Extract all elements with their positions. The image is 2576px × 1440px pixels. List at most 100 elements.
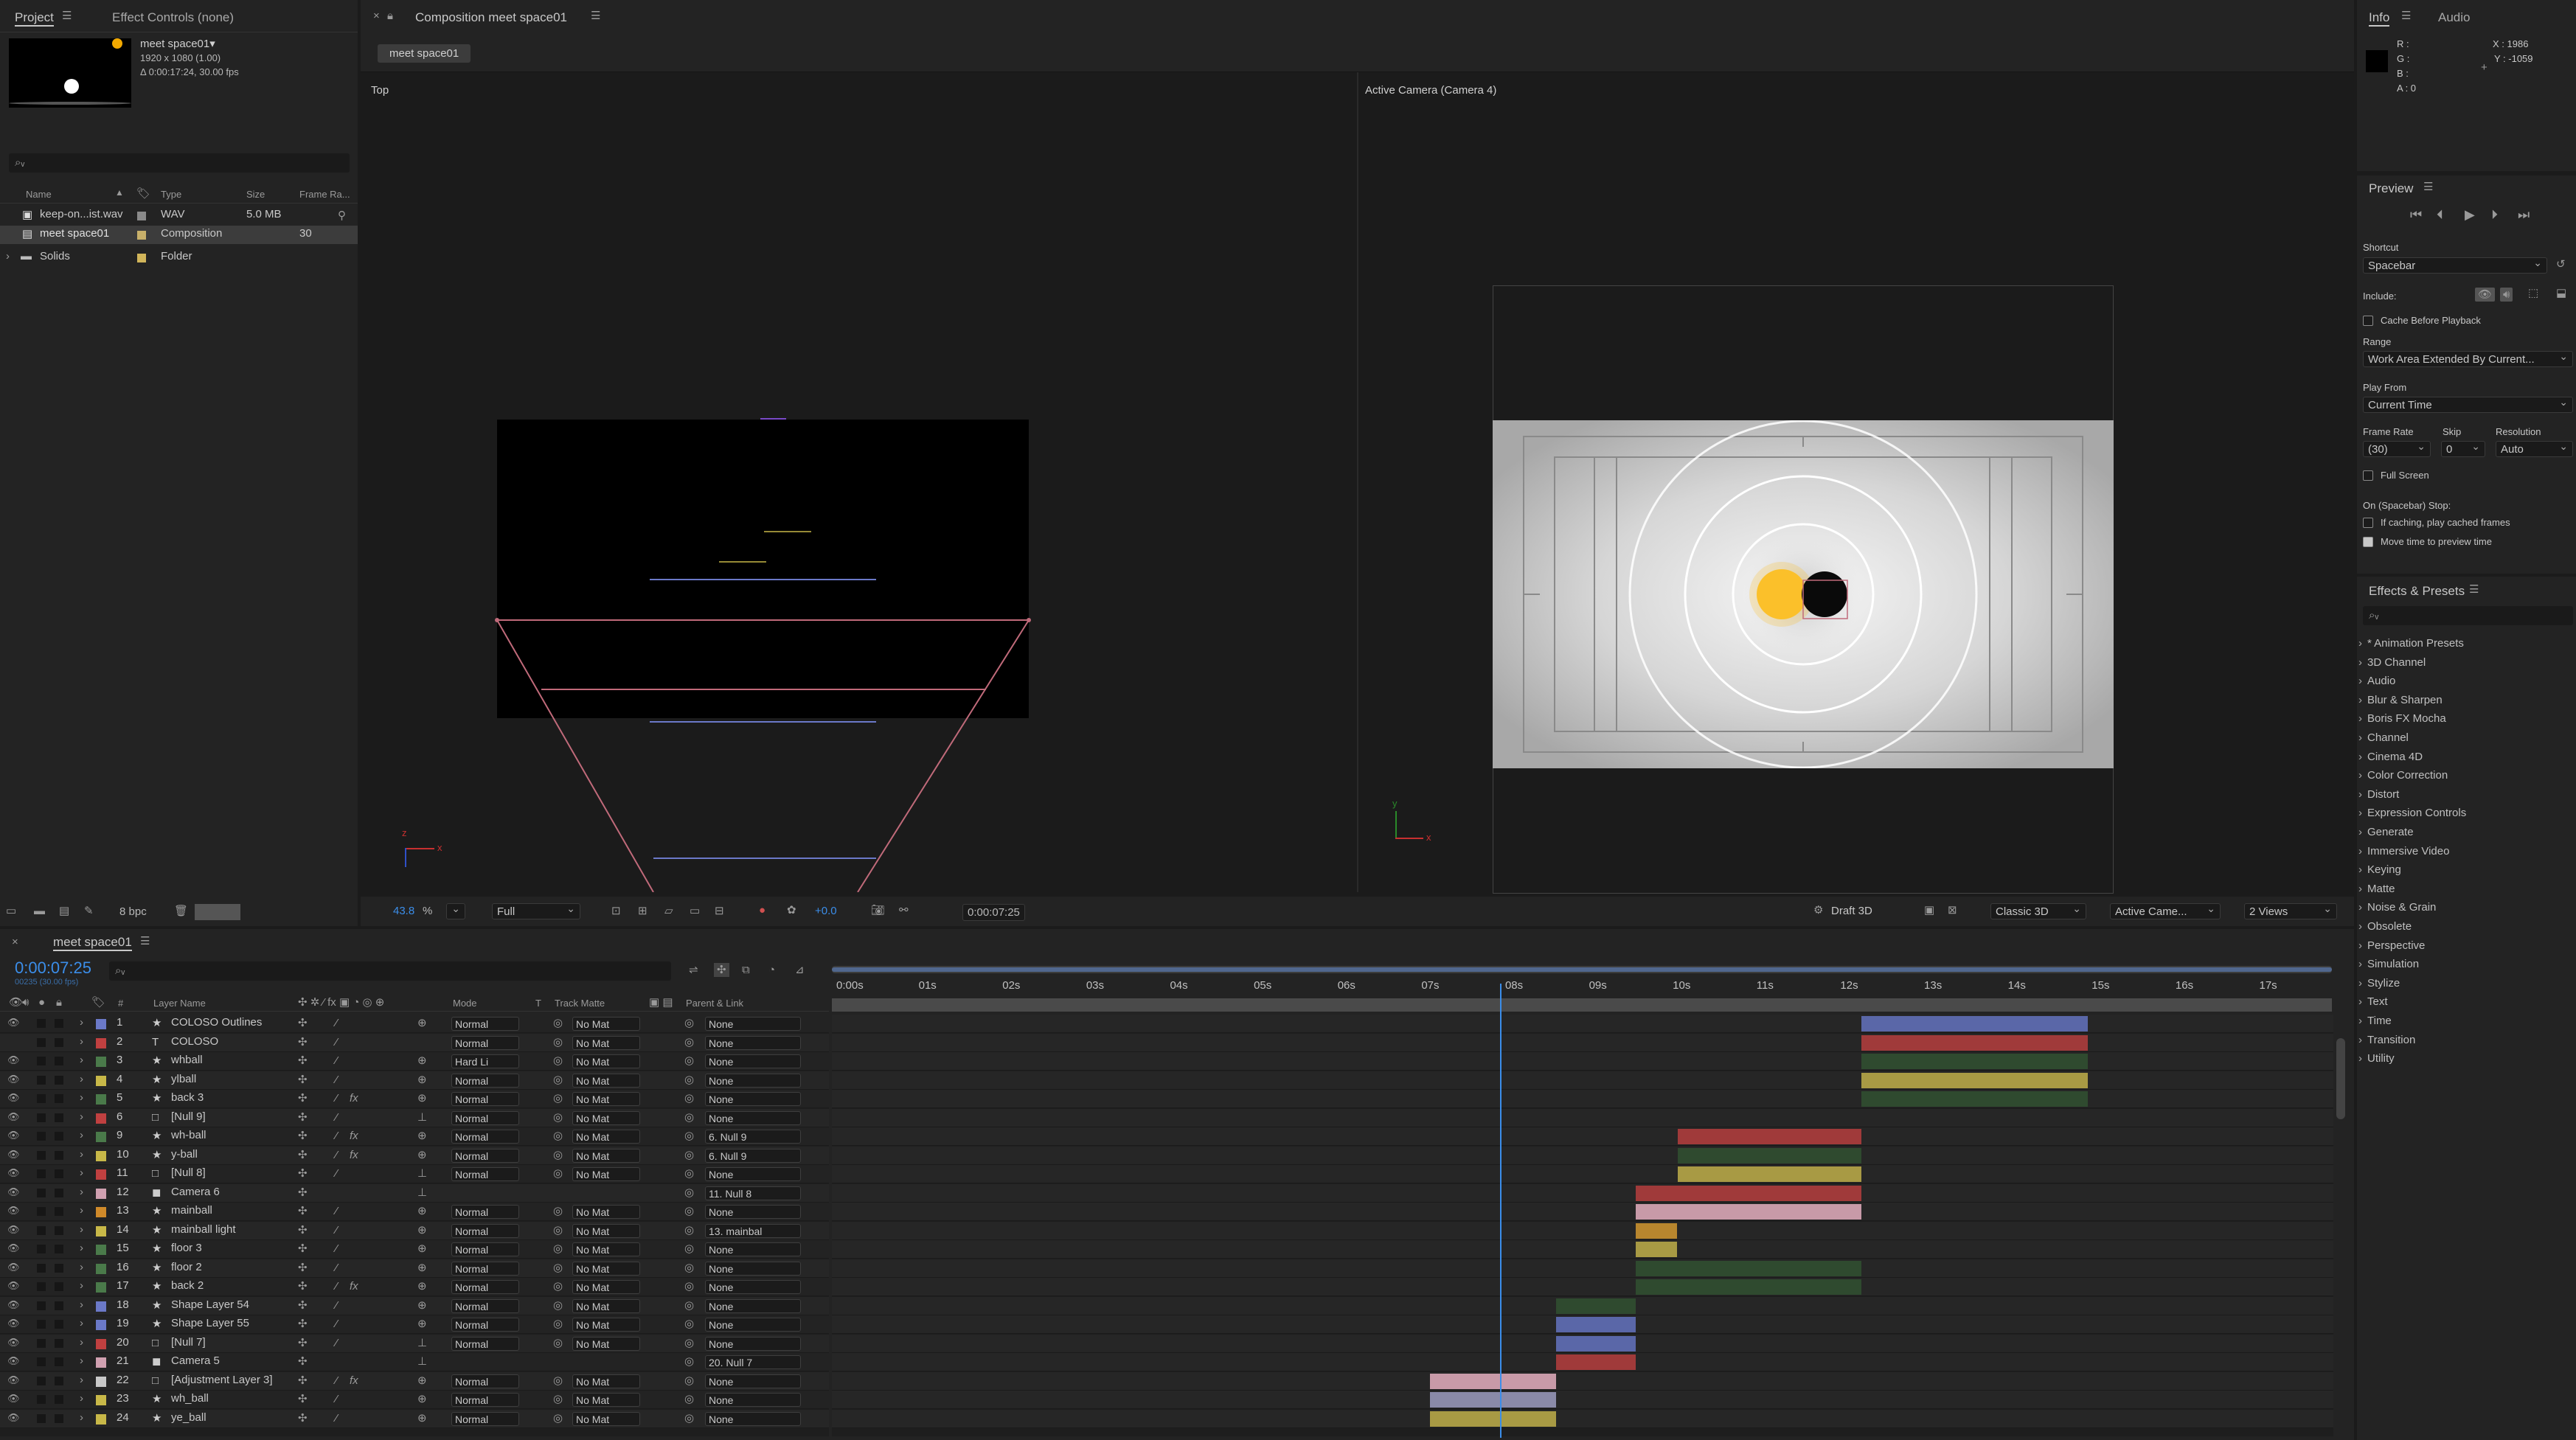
label-swatch[interactable] <box>96 1188 106 1199</box>
fx-icon[interactable]: fx <box>350 1093 358 1104</box>
track-matte-link-icon[interactable]: ◎ <box>553 1055 563 1066</box>
layer-name[interactable]: ylball <box>171 1073 296 1088</box>
track-matte-link-icon[interactable]: ◎ <box>553 1338 563 1349</box>
layer-duration-bar[interactable] <box>1861 1034 2089 1051</box>
frame-rate-dropdown[interactable]: (30) <box>2363 441 2431 457</box>
blend-mode-dropdown[interactable]: Normal <box>451 1167 519 1181</box>
visibility-eye-icon[interactable]: 👁︎ <box>7 1112 20 1121</box>
quality-switch-icon[interactable]: ⁄ <box>336 1055 338 1066</box>
shy-switch-icon[interactable]: ✣ <box>298 1074 308 1085</box>
solo-toggle[interactable] <box>37 1413 46 1423</box>
solo-toggle[interactable] <box>37 1075 46 1085</box>
quality-switch-icon[interactable]: ⁄ <box>336 1318 338 1329</box>
if-caching-checkbox[interactable] <box>2363 518 2373 528</box>
lock-toggle[interactable] <box>55 1113 63 1122</box>
layer-row[interactable]: 👁︎ › 23 ★ wh_ball ✣ ⁄ ⊕ Normal ◎ No Mat ◎ None <box>0 1391 829 1409</box>
effects-category[interactable]: Color Correction <box>2358 769 2448 782</box>
panel-menu-icon[interactable]: ☰ <box>62 10 72 21</box>
label-swatch[interactable] <box>96 1132 106 1142</box>
region-icon[interactable]: ⊡ <box>611 905 621 916</box>
pickwhip-icon[interactable]: ◎ <box>684 1037 694 1048</box>
3d-layer-icon[interactable]: ⊕ <box>417 1300 427 1311</box>
layer-row[interactable]: 👁︎ › 22 □ [Adjustment Layer 3] ✣ ⁄ fx ⊕ Normal ◎ No… <box>0 1371 829 1391</box>
track-matte-dropdown[interactable]: No Mat <box>572 1298 640 1313</box>
quality-switch-icon[interactable]: ⁄ <box>336 1413 338 1424</box>
quality-switch-icon[interactable]: ⁄ <box>336 1243 338 1254</box>
blend-mode-dropdown[interactable]: Normal <box>451 1336 519 1351</box>
panel-menu-icon[interactable]: ☰ <box>2469 584 2479 595</box>
track-matte-dropdown[interactable]: No Mat <box>572 1073 640 1088</box>
parent-dropdown[interactable]: None <box>705 1411 801 1426</box>
mask-visibility-icon[interactable]: ▱ <box>664 905 673 916</box>
track-matte-link-icon[interactable]: ◎ <box>553 1168 563 1179</box>
lock-toggle[interactable] <box>55 1320 63 1329</box>
label-swatch[interactable] <box>96 1301 106 1312</box>
blend-mode-dropdown[interactable]: Normal <box>451 1017 519 1031</box>
chevron-right-icon[interactable]: › <box>80 1054 83 1065</box>
blend-mode-dropdown[interactable]: Normal <box>451 1092 519 1106</box>
pickwhip-icon[interactable]: ◎ <box>684 1187 694 1198</box>
solo-toggle[interactable] <box>37 1150 46 1160</box>
layer-row[interactable]: 👁︎ › 3 ★ whball ✣ ⁄ ⊕ Hard Li ◎ No Mat ◎ None <box>0 1052 829 1071</box>
parent-dropdown[interactable]: None <box>705 1205 801 1219</box>
col-type[interactable]: Type <box>161 189 181 200</box>
shy-switch-icon[interactable]: ✣ <box>298 1243 308 1254</box>
layer-duration-bar[interactable] <box>1635 1279 1862 1295</box>
chevron-right-icon[interactable]: › <box>80 1280 83 1291</box>
quality-switch-icon[interactable]: ⁄ <box>336 1281 338 1292</box>
prev-frame-icon[interactable]: ⏴ <box>2437 208 2443 221</box>
lock-toggle[interactable] <box>55 1413 63 1423</box>
blend-mode-dropdown[interactable]: Normal <box>451 1073 519 1088</box>
lock-toggle[interactable] <box>55 1188 63 1197</box>
layer-duration-bar[interactable] <box>1430 1411 1556 1427</box>
effects-category[interactable]: Immersive Video <box>2358 845 2449 858</box>
effects-category[interactable]: Blur & Sharpen <box>2358 694 2443 706</box>
track-matte-link-icon[interactable]: ◎ <box>553 1413 563 1424</box>
shy-switch-icon[interactable]: ✣ <box>298 1055 308 1066</box>
layer-name[interactable]: back 2 <box>171 1279 296 1295</box>
timeline-timecode[interactable]: 0:00:07:25 <box>15 959 91 978</box>
layer-row[interactable]: 👁︎ › 13 ★ mainball ✣ ⁄ ⊕ Normal ◎ No Mat ◎ None <box>0 1203 829 1221</box>
layer-row[interactable]: 👁︎ › 15 ★ floor 3 ✣ ⁄ ⊕ Normal ◎ No Mat ◎ None <box>0 1240 829 1259</box>
layer-duration-bar[interactable] <box>1677 1147 1862 1164</box>
close-icon[interactable]: × <box>12 936 18 947</box>
shy-switch-icon[interactable]: ✣ <box>298 1375 308 1386</box>
track-matte-dropdown[interactable]: No Mat <box>572 1374 640 1388</box>
track-matte-link-icon[interactable]: ◎ <box>553 1225 563 1236</box>
layer-row[interactable]: 👁︎ › 18 ★ Shape Layer 54 ✣ ⁄ ⊕ Normal ◎ No Mat ◎ Non… <box>0 1296 829 1315</box>
blend-mode-dropdown[interactable]: Normal <box>451 1393 519 1407</box>
chevron-right-icon[interactable]: › <box>80 1130 83 1141</box>
3d-layer-icon[interactable]: ⊥ <box>417 1356 427 1367</box>
layer-duration-bar[interactable] <box>1635 1204 1862 1220</box>
effects-category[interactable]: Obsolete <box>2358 920 2412 933</box>
lock-icon[interactable]: 🔒︎ <box>387 10 393 21</box>
3d-layer-icon[interactable]: ⊕ <box>417 1375 427 1386</box>
layer-duration-bar[interactable] <box>1555 1354 1636 1370</box>
camera-dropdown[interactable]: Active Came... <box>2110 903 2221 919</box>
shy-switch-icon[interactable]: ✣ <box>298 1018 308 1029</box>
reset-icon[interactable]: ↺ <box>2556 259 2566 270</box>
layer-name[interactable]: mainball light <box>171 1223 296 1239</box>
layer-row[interactable]: 👁︎ › 9 ★ wh-ball ✣ ⁄ fx ⊕ Normal ◎ No Mat ◎ 6. Null 9 <box>0 1127 829 1146</box>
layer-duration-bar[interactable] <box>1430 1392 1556 1408</box>
effects-search-input[interactable]: ⌕ᵥ <box>2363 606 2573 625</box>
col-size[interactable]: Size <box>246 189 265 200</box>
shy-switch-icon[interactable]: ✣ <box>298 1300 308 1311</box>
visibility-eye-icon[interactable]: 👁︎ <box>7 1149 20 1159</box>
effects-category[interactable]: Noise & Grain <box>2358 901 2436 914</box>
layer-duration-bar[interactable] <box>1430 1373 1556 1389</box>
timeline-search-input[interactable]: ⌕ᵥ <box>109 961 671 981</box>
track-matte-dropdown[interactable]: No Mat <box>572 1411 640 1426</box>
visibility-eye-icon[interactable]: 👁︎ <box>7 1356 20 1366</box>
visibility-eye-icon[interactable]: 👁︎ <box>7 1318 20 1328</box>
layer-duration-bar[interactable] <box>1635 1242 1678 1257</box>
effects-category[interactable]: Cinema 4D <box>2358 751 2423 763</box>
parent-dropdown[interactable]: 6. Null 9 <box>705 1148 801 1163</box>
3d-layer-icon[interactable]: ⊕ <box>417 1225 427 1236</box>
visibility-eye-icon[interactable]: 👁︎ <box>7 1018 20 1027</box>
shy-switch-icon[interactable]: ✣ <box>298 1130 308 1141</box>
blend-mode-dropdown[interactable]: Normal <box>451 1411 519 1426</box>
pickwhip-icon[interactable]: ◎ <box>684 1243 694 1254</box>
3d-layer-icon[interactable]: ⊕ <box>417 1149 427 1161</box>
track-matte-link-icon[interactable]: ◎ <box>553 1300 563 1311</box>
